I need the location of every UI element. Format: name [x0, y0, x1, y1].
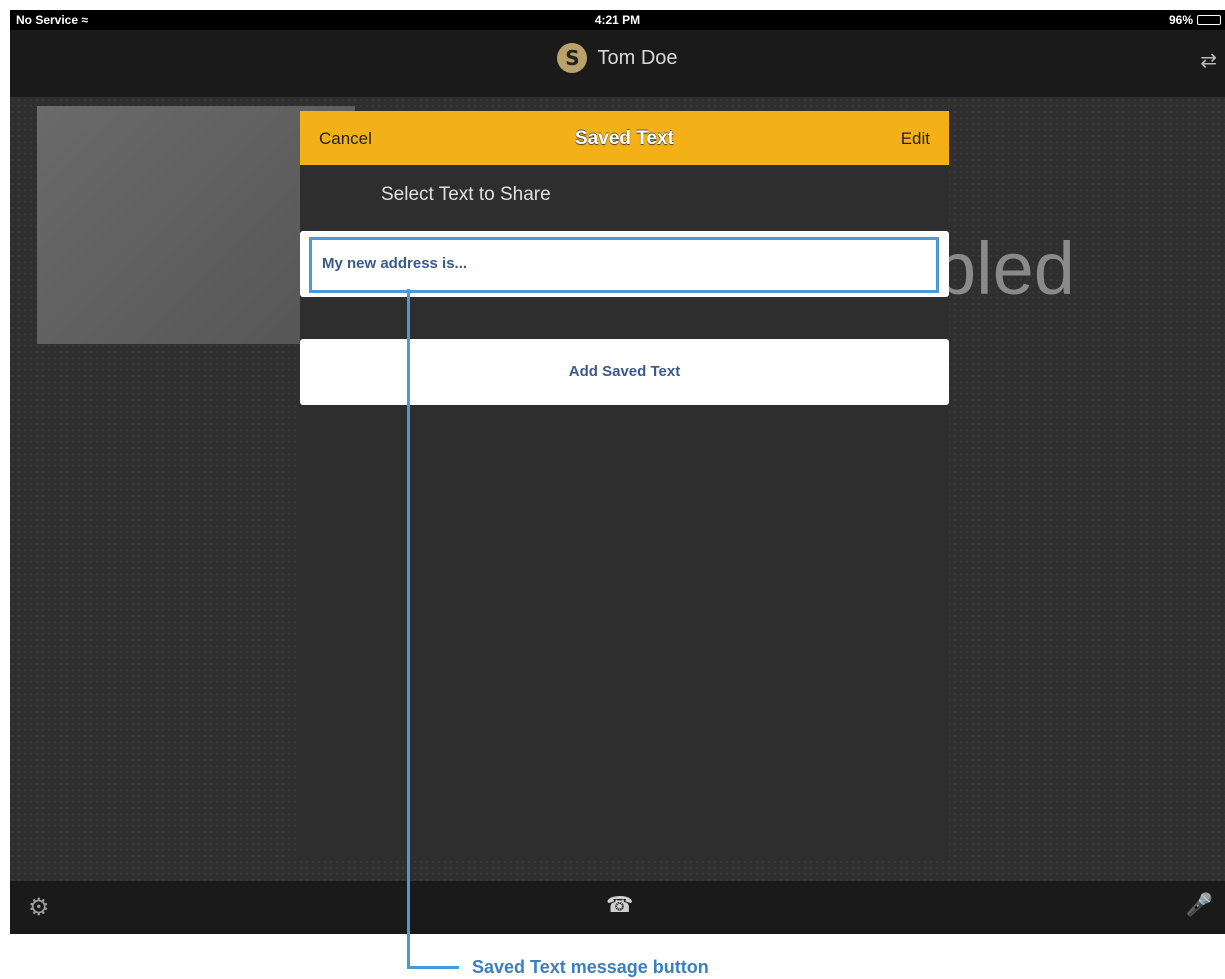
clock: 4:21 PM	[594, 13, 641, 27]
call-toolbar: ⚙ ☎ 🎤	[10, 881, 1225, 934]
call-navbar: S Tom Doe ⇄	[10, 30, 1225, 97]
callout-line-horizontal	[407, 966, 459, 969]
add-saved-text-label: Add Saved Text	[568, 363, 681, 380]
hang-up-icon[interactable]: ☎	[606, 893, 633, 918]
mute-microphone-icon[interactable]: 🎤	[1186, 893, 1213, 918]
status-bar: No Service ≈ 4:21 PM 96%	[10, 10, 1225, 30]
callout-highlight-box	[309, 237, 939, 293]
app-logo-icon: S	[557, 43, 588, 73]
battery-indicator: 96%	[1169, 13, 1221, 27]
callout-label: Saved Text message button	[472, 957, 709, 977]
battery-percent: 96%	[1168, 13, 1193, 27]
swap-camera-icon[interactable]: ⇄	[1200, 48, 1217, 73]
modal-header: Cancel Saved Text Edit	[300, 111, 949, 165]
add-saved-text-button[interactable]: Add Saved Text	[300, 339, 949, 405]
battery-icon	[1197, 15, 1221, 25]
settings-gear-icon[interactable]: ⚙	[28, 893, 50, 921]
section-label: Select Text to Share	[381, 184, 551, 205]
video-status-text: bled	[935, 227, 1075, 310]
edit-button[interactable]: Edit	[901, 129, 930, 149]
saved-text-modal: Cancel Saved Text Edit Select Text to Sh…	[300, 111, 949, 857]
caller-name: Tom Doe	[597, 46, 678, 69]
device-screen: No Service ≈ 4:21 PM 96% S Tom Doe ⇄ ble…	[10, 10, 1225, 934]
callout-line	[407, 289, 410, 969]
modal-title: Saved Text	[575, 128, 674, 149]
caller-title: S Tom Doe	[10, 43, 1225, 73]
